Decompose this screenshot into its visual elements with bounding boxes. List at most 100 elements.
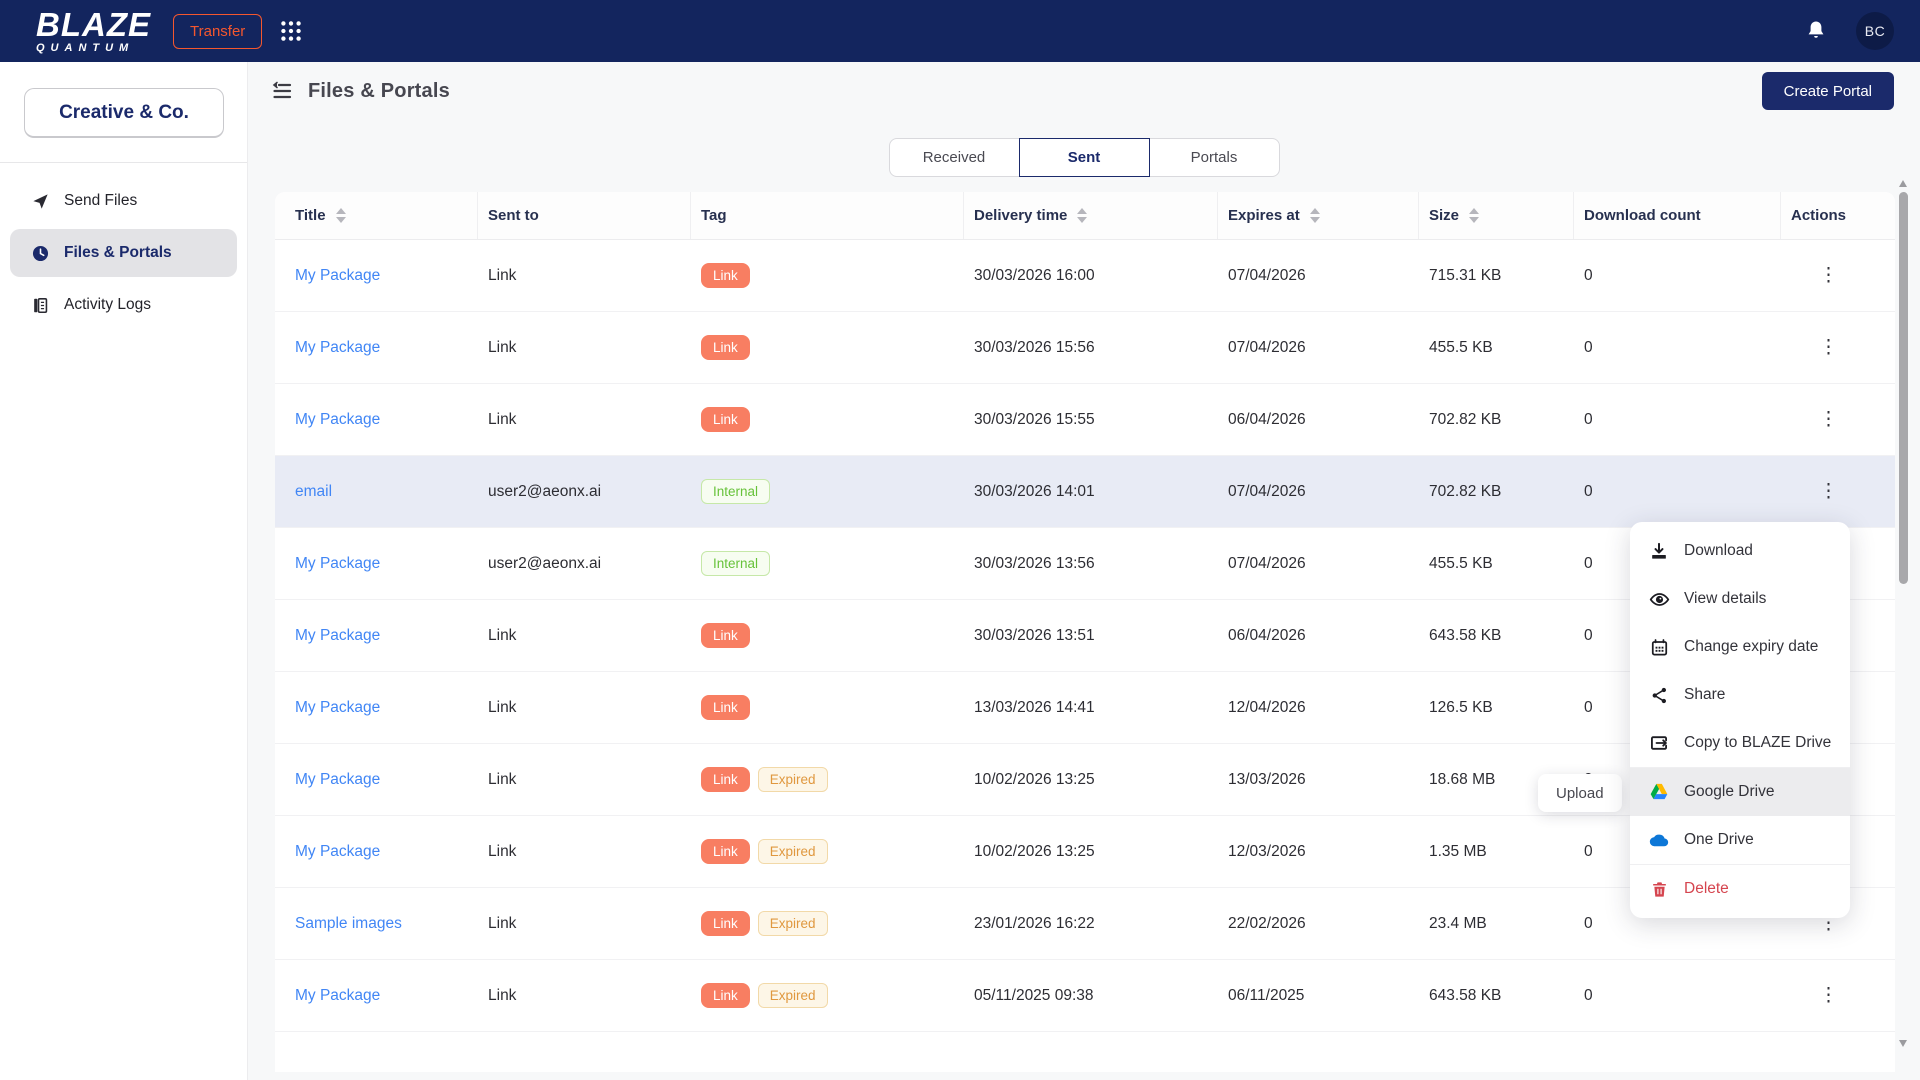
- sidebar-item-label: Send Files: [64, 192, 137, 210]
- cell-expires-at: 12/04/2026: [1218, 699, 1419, 717]
- table-row: My PackageLinkLink30/03/2026 15:5506/04/…: [275, 384, 1895, 456]
- sort-icon[interactable]: [1469, 208, 1479, 223]
- package-title-link[interactable]: My Package: [295, 627, 380, 645]
- package-title-link[interactable]: My Package: [295, 843, 380, 861]
- package-title-link[interactable]: My Package: [295, 699, 380, 717]
- cell-actions: ⋮: [1781, 264, 1885, 287]
- tab-received[interactable]: Received: [889, 138, 1020, 177]
- menu-item-change-expiry-date[interactable]: Change expiry date: [1630, 623, 1850, 671]
- sidebar-item-label: Activity Logs: [64, 296, 151, 314]
- notifications-bell-icon[interactable]: [1804, 19, 1828, 43]
- column-header-delivery-time[interactable]: Delivery time: [964, 192, 1218, 239]
- page-header: Files & Portals Create Portal: [248, 62, 1920, 120]
- cell-actions: ⋮: [1781, 408, 1885, 431]
- row-actions-menu-button[interactable]: ⋮: [1809, 264, 1848, 287]
- navbar-right: BC: [1804, 12, 1894, 50]
- menu-item-google-drive[interactable]: Google Drive: [1630, 768, 1850, 816]
- column-label: Expires at: [1228, 207, 1300, 224]
- logo-title: BLAZE: [36, 8, 151, 41]
- tag-badge-expired: Expired: [758, 983, 828, 1009]
- package-title-link[interactable]: My Package: [295, 411, 380, 429]
- cell-tag: Link Expired: [691, 983, 964, 1009]
- company-selector-button[interactable]: Creative & Co.: [24, 88, 224, 138]
- menu-item-label: One Drive: [1684, 831, 1754, 849]
- menu-item-one-drive[interactable]: One Drive: [1630, 816, 1850, 864]
- tag-badge-link: Link: [701, 623, 750, 649]
- package-title-link[interactable]: My Package: [295, 555, 380, 573]
- cell-delivery-time: 30/03/2026 16:00: [964, 267, 1218, 285]
- row-actions-menu-button[interactable]: ⋮: [1809, 408, 1848, 431]
- tab-sent[interactable]: Sent: [1019, 138, 1150, 177]
- menu-item-copy-to-blaze-drive[interactable]: Copy to BLAZE Drive: [1630, 719, 1850, 767]
- cell-expires-at: 12/03/2026: [1218, 843, 1419, 861]
- cell-title: Sample images: [285, 915, 478, 933]
- column-header-expires-at[interactable]: Expires at: [1218, 192, 1419, 239]
- scrollbar-down-arrow[interactable]: [1899, 1040, 1907, 1047]
- transfer-button[interactable]: Transfer: [173, 14, 262, 49]
- menu-item-delete[interactable]: Delete: [1630, 865, 1850, 913]
- sidebar: Creative & Co. Send Files Files & Portals…: [0, 62, 248, 1080]
- cell-expires-at: 13/03/2026: [1218, 771, 1419, 789]
- sidebar-divider: [0, 162, 247, 163]
- apps-grid-icon[interactable]: [278, 18, 304, 44]
- package-title-link[interactable]: email: [295, 483, 332, 501]
- sort-icon[interactable]: [336, 208, 346, 223]
- package-title-link[interactable]: My Package: [295, 771, 380, 789]
- row-actions-menu-button[interactable]: ⋮: [1809, 480, 1848, 503]
- column-header-sent-to: Sent to: [478, 192, 691, 239]
- cell-size: 23.4 MB: [1419, 915, 1574, 933]
- cell-size: 1.35 MB: [1419, 843, 1574, 861]
- trash-icon: [1648, 880, 1670, 899]
- copy-to-drive-icon: [1648, 733, 1670, 753]
- tab-portals[interactable]: Portals: [1149, 138, 1280, 177]
- cell-actions: ⋮: [1781, 480, 1885, 503]
- row-context-menu: DownloadView detailsChange expiry dateSh…: [1630, 522, 1850, 918]
- cell-sent-to: Link: [478, 699, 691, 717]
- column-header-size[interactable]: Size: [1419, 192, 1574, 239]
- cell-title: email: [285, 483, 478, 501]
- package-title-link[interactable]: My Package: [295, 339, 380, 357]
- collapse-sidebar-icon[interactable]: [270, 79, 294, 103]
- logo-subtitle: QUANTUM: [36, 43, 151, 54]
- create-portal-button[interactable]: Create Portal: [1762, 72, 1894, 110]
- cell-delivery-time: 30/03/2026 15:56: [964, 339, 1218, 357]
- cell-sent-to: Link: [478, 771, 691, 789]
- cell-tag: LinkExpired: [691, 839, 964, 865]
- menu-item-view-details[interactable]: View details: [1630, 575, 1850, 623]
- cell-title: My Package: [285, 267, 478, 285]
- user-avatar[interactable]: BC: [1856, 12, 1894, 50]
- sort-icon[interactable]: [1077, 208, 1087, 223]
- cell-delivery-time: 30/03/2026 13:56: [964, 555, 1218, 573]
- sidebar-item-files-portals[interactable]: Files & Portals: [10, 229, 237, 277]
- menu-item-download[interactable]: Download: [1630, 527, 1850, 575]
- cell-tag: Link: [691, 623, 964, 649]
- sort-icon[interactable]: [1310, 208, 1320, 223]
- tag-badge-link: Link: [701, 407, 750, 433]
- cell-delivery-time: 10/02/2026 13:25: [964, 771, 1218, 789]
- column-label: Delivery time: [974, 207, 1067, 224]
- menu-item-share[interactable]: Share: [1630, 671, 1850, 719]
- cell-delivery-time: 30/03/2026 15:55: [964, 411, 1218, 429]
- tag-badge-link: Link: [701, 983, 750, 1009]
- cell-tag: Link: [691, 263, 964, 289]
- row-actions-menu-button[interactable]: ⋮: [1809, 984, 1848, 1007]
- cell-download-count: 0: [1574, 411, 1781, 429]
- scrollbar-up-arrow[interactable]: [1899, 180, 1907, 187]
- cell-delivery-time: 10/02/2026 13:25: [964, 843, 1218, 861]
- cell-size: 702.82 KB: [1419, 483, 1574, 501]
- column-header-title[interactable]: Title: [285, 192, 478, 239]
- cell-tag: Link: [691, 695, 964, 721]
- cell-title: My Package: [285, 843, 478, 861]
- sidebar-item-send-files[interactable]: Send Files: [10, 177, 237, 225]
- package-title-link[interactable]: My Package: [295, 987, 380, 1005]
- row-actions-menu-button[interactable]: ⋮: [1809, 336, 1848, 359]
- tag-badge-expired: Expired: [758, 911, 828, 937]
- cell-delivery-time: 05/11/2025 09:38: [964, 987, 1218, 1005]
- cell-tag: Internal: [691, 479, 964, 505]
- sidebar-item-activity-logs[interactable]: Activity Logs: [10, 281, 237, 329]
- package-title-link[interactable]: Sample images: [295, 915, 402, 933]
- vertical-scrollbar-thumb[interactable]: [1899, 192, 1908, 584]
- package-title-link[interactable]: My Package: [295, 267, 380, 285]
- tag-badge-link: Link: [701, 767, 750, 793]
- cell-tag: LinkExpired: [691, 767, 964, 793]
